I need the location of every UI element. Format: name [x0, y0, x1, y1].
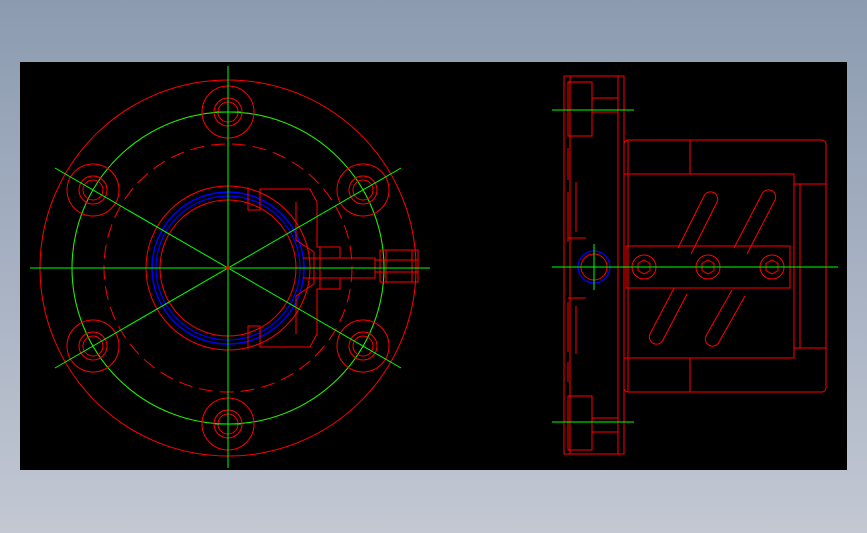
housing-body — [623, 139, 827, 393]
spring-slots — [648, 189, 777, 347]
front-view — [30, 66, 430, 468]
cad-drawing-canvas — [30, 66, 838, 468]
center-point — [226, 266, 230, 270]
cad-drawing-viewport[interactable] — [20, 62, 847, 470]
side-view — [552, 75, 838, 455]
side-centerlines — [552, 109, 838, 423]
